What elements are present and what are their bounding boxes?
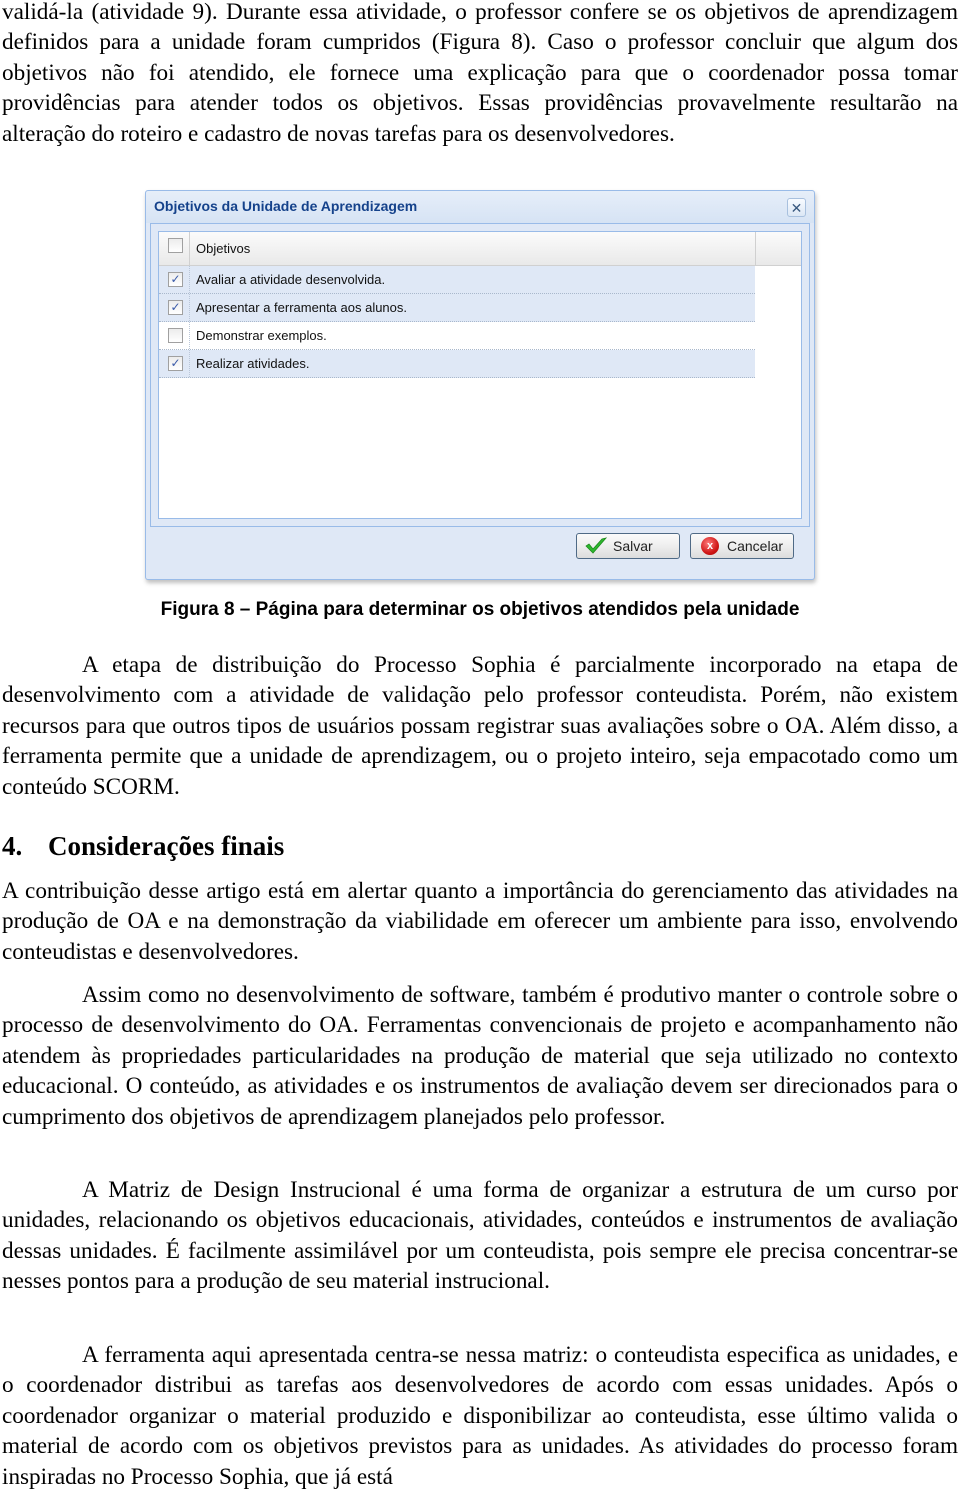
dialog-title: Objetivos da Unidade de Aprendizagem [154, 198, 418, 214]
dialog-body: Objetivos ✓ Avaliar a atividade desenvol… [150, 223, 810, 527]
objective-checkbox[interactable] [168, 328, 183, 343]
column-header-objetivos: Objetivos [196, 241, 251, 256]
dialog-footer: Salvar x Cancelar [146, 525, 814, 579]
cancel-label: Cancelar [727, 538, 784, 554]
save-button[interactable]: Salvar [576, 533, 680, 559]
paragraph-matriz: A Matriz de Design Instrucional é uma fo… [2, 1177, 958, 1295]
grid-header: Objetivos [159, 232, 801, 266]
cancel-x-icon: x [699, 536, 721, 556]
paragraph-ferramenta: A ferramenta aqui apresentada centra-se … [2, 1342, 958, 1490]
objective-label: Avaliar a atividade desenvolvida. [196, 272, 386, 287]
objective-checkbox[interactable]: ✓ [168, 300, 183, 315]
objective-row[interactable]: ✓ Realizar atividades. [159, 350, 755, 378]
objective-label: Demonstrar exemplos. [196, 328, 327, 343]
objective-label: Apresentar a ferramenta aos alunos. [196, 300, 408, 315]
objective-row[interactable]: ✓ Apresentar a ferramenta aos alunos. [159, 294, 755, 322]
close-icon: ✕ [790, 199, 803, 216]
section-heading: 4. Considerações finais [2, 829, 284, 863]
objective-row[interactable]: Demonstrar exemplos. [159, 322, 755, 350]
objectives-dialog: Objetivos da Unidade de Aprendizagem ✕ O… [145, 190, 815, 580]
paragraph-distribution: A etapa de distribuição do Processo Soph… [2, 652, 958, 800]
objective-checkbox[interactable]: ✓ [168, 272, 183, 287]
paragraph-contribution: A contribuição desse artigo está em aler… [2, 878, 958, 965]
cancel-button[interactable]: x Cancelar [690, 533, 794, 559]
dialog-header: Objetivos da Unidade de Aprendizagem ✕ [146, 191, 814, 223]
objectives-grid: Objetivos ✓ Avaliar a atividade desenvol… [158, 231, 802, 519]
section-number: 4. [2, 831, 23, 861]
section-title: Considerações finais [48, 831, 285, 861]
check-icon [585, 536, 608, 556]
objective-row[interactable]: ✓ Avaliar a atividade desenvolvida. [159, 266, 755, 294]
save-label: Salvar [613, 538, 653, 554]
paragraph-intro: validá-la (atividade 9). Durante essa at… [2, 0, 958, 147]
figure-caption: Figura 8 – Página para determinar os obj… [160, 599, 800, 620]
close-button[interactable]: ✕ [787, 198, 806, 217]
objective-checkbox[interactable]: ✓ [168, 356, 183, 371]
select-all-checkbox[interactable] [168, 238, 183, 253]
paragraph-software-dev: Assim como no desenvolvimento de softwar… [2, 982, 958, 1130]
objective-label: Realizar atividades. [196, 356, 310, 371]
